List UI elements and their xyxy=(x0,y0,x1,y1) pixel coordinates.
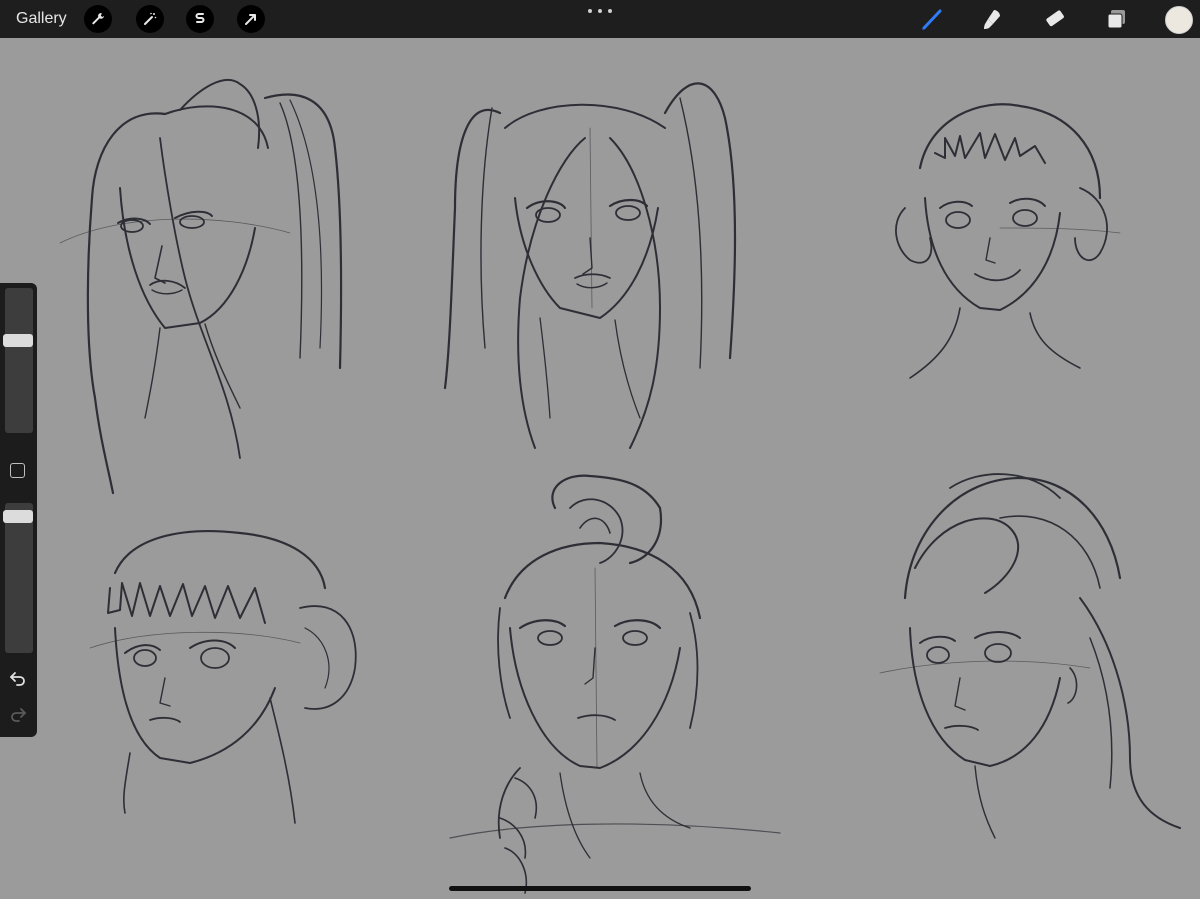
transform-button[interactable] xyxy=(237,5,265,33)
undo-icon[interactable] xyxy=(9,670,27,686)
redo-icon[interactable] xyxy=(9,706,27,722)
brush-size-slider[interactable] xyxy=(5,288,33,433)
gallery-button[interactable]: Gallery xyxy=(16,10,67,28)
sketch-bangs-side-buns xyxy=(895,103,1121,379)
brush-tool-button[interactable] xyxy=(917,5,947,33)
adjustments-button[interactable] xyxy=(136,5,164,33)
drawing-canvas[interactable] xyxy=(0,38,1200,899)
sketch-top-bun-braid xyxy=(449,474,781,894)
eraser-tool-button[interactable] xyxy=(1040,5,1070,33)
move-arrow-icon xyxy=(245,14,256,25)
sketch-blunt-bangs-bun xyxy=(89,530,357,824)
brush-icon xyxy=(922,9,942,30)
top-toolbar: Gallery xyxy=(0,0,1200,38)
eraser-icon xyxy=(1046,10,1064,27)
sketch-ponytail-long-hair xyxy=(59,78,343,495)
opacity-slider[interactable] xyxy=(5,503,33,653)
opacity-slider-thumb[interactable] xyxy=(3,509,33,523)
color-picker-button[interactable] xyxy=(1165,6,1193,34)
modify-button[interactable] xyxy=(10,463,25,478)
brush-size-slider-thumb[interactable] xyxy=(3,334,33,348)
layers-button[interactable] xyxy=(1101,5,1131,33)
layers-icon xyxy=(1107,10,1125,29)
wrench-icon xyxy=(92,13,104,25)
more-options-handle[interactable] xyxy=(588,6,612,16)
selection-icon xyxy=(195,13,205,23)
selection-button[interactable] xyxy=(186,5,214,33)
sketch-swept-braid xyxy=(879,473,1181,839)
left-sidebar xyxy=(0,283,37,737)
smudge-icon xyxy=(984,10,1000,29)
smudge-tool-button[interactable] xyxy=(978,5,1008,33)
sketch-twin-ponytails xyxy=(443,82,737,449)
magic-wand-icon xyxy=(144,12,157,25)
actions-button[interactable] xyxy=(84,5,112,33)
home-indicator xyxy=(449,886,751,891)
